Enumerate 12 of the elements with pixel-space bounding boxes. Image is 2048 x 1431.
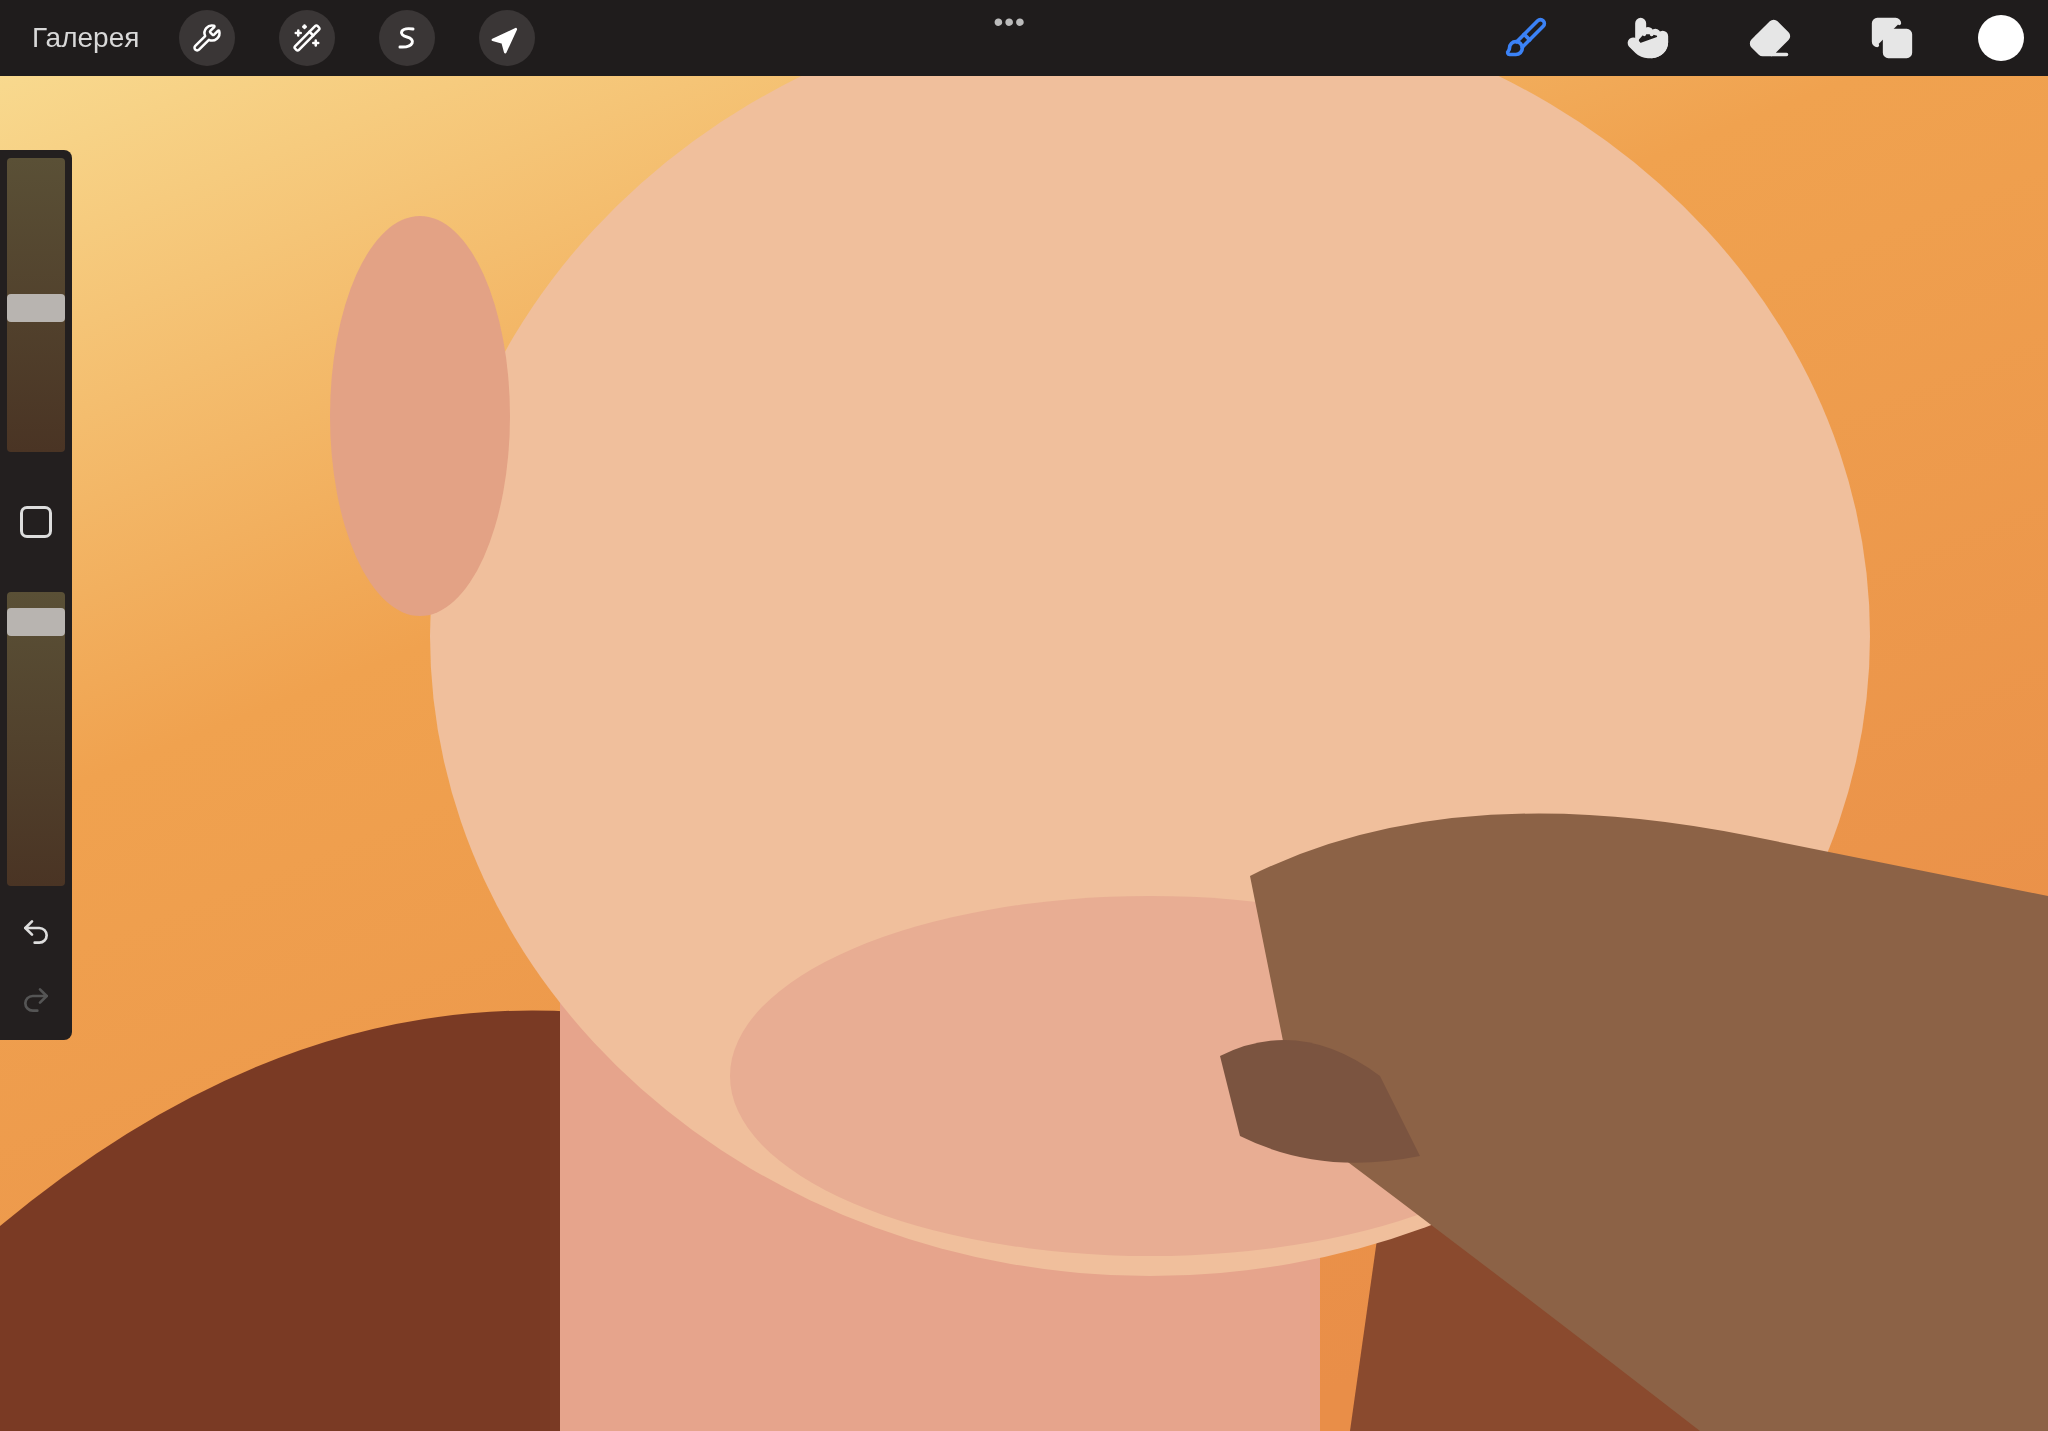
opacity-slider[interactable] bbox=[7, 592, 65, 886]
pointer-icon bbox=[1626, 16, 1670, 60]
gallery-link[interactable]: Галерея bbox=[32, 22, 140, 54]
magic-wand-icon bbox=[292, 23, 323, 53]
modify-button[interactable] bbox=[20, 506, 52, 538]
menu-dots[interactable]: ••• bbox=[993, 6, 1026, 38]
color-swatch[interactable] bbox=[1978, 15, 2024, 61]
wrench-icon bbox=[192, 23, 223, 53]
slider-thumb[interactable] bbox=[7, 607, 65, 636]
slider-thumb[interactable] bbox=[7, 293, 65, 322]
brush-size-slider[interactable] bbox=[7, 158, 65, 452]
layers-icon bbox=[1870, 16, 1914, 60]
